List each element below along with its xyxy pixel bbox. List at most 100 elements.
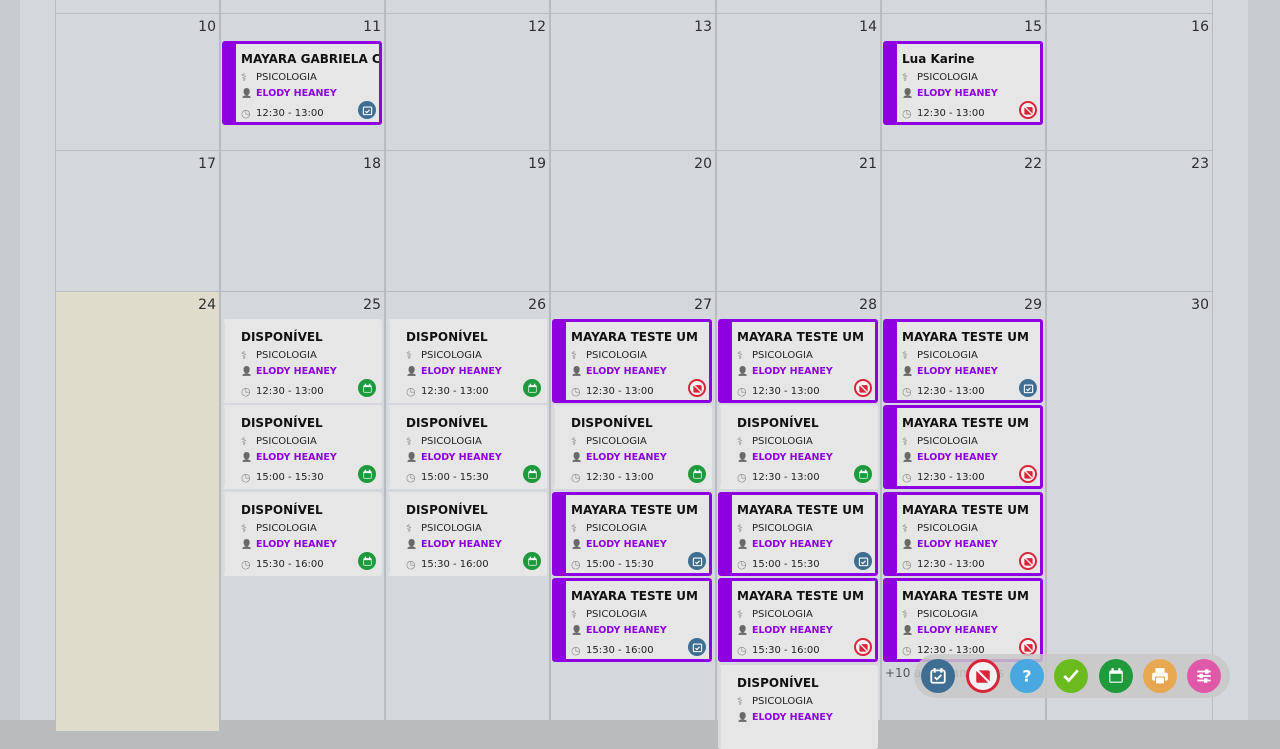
professional-name: ELODY HEANEY [752, 452, 833, 463]
appointment-card[interactable]: MAYARA TESTE UM ⚕ PSICOLOGIA 👤 ELODY HEANEY ◷… [883, 405, 1043, 489]
appointment-card[interactable]: MAYARA TESTE UM ⚕ PSICOLOGIA 👤 ELODY HEANEY ◷… [883, 319, 1043, 403]
doctor-icon: 👤 [241, 539, 253, 550]
calendar-cancel-icon[interactable] [854, 638, 872, 656]
professional-name: ELODY HEANEY [752, 539, 833, 550]
stethoscope-icon: ⚕ [241, 349, 247, 362]
day-cell[interactable]: 19 [385, 151, 550, 292]
day-cell[interactable] [385, 0, 550, 14]
calendar-button[interactable] [1099, 659, 1133, 693]
appointment-card[interactable]: MAYARA TESTE UM ⚕ PSICOLOGIA 👤 ELODY HEANEY ◷… [883, 492, 1043, 576]
appointment-card[interactable]: MAYARA TESTE UM ⚕ PSICOLOGIA 👤 ELODY HEANEY ◷… [552, 492, 712, 576]
day-cell[interactable]: 18 [220, 151, 385, 292]
day-cell[interactable] [550, 0, 716, 14]
appointment-card[interactable]: MAYARA TESTE UM ⚕ PSICOLOGIA 👤 ELODY HEANEY ◷… [883, 578, 1043, 662]
day-cell[interactable]: 21 [716, 151, 881, 292]
calendar-icon[interactable] [523, 379, 541, 397]
appointment-card[interactable]: DISPONÍVEL ⚕ PSICOLOGIA 👤 ELODY HEANEY [718, 665, 878, 749]
day-cell[interactable]: 12 [385, 14, 550, 151]
appointment-card[interactable]: DISPONÍVEL ⚕ PSICOLOGIA 👤 ELODY HEANEY ◷ 12:30… [552, 405, 712, 489]
professional-name: ELODY HEANEY [917, 539, 998, 550]
stethoscope-icon: ⚕ [571, 522, 577, 535]
time-row: ◷ 12:30 - 13:00 [571, 471, 654, 484]
time-row: ◷ 15:30 - 16:00 [737, 644, 820, 657]
help-icon: ? [1018, 667, 1036, 685]
day-cell[interactable]: 14 [716, 14, 881, 151]
appointment-card[interactable]: DISPONÍVEL ⚕ PSICOLOGIA 👤 ELODY HEANEY ◷ 12:30… [718, 405, 878, 489]
calendar-cancel-icon[interactable] [688, 379, 706, 397]
appointment-card[interactable]: DISPONÍVEL ⚕ PSICOLOGIA 👤 ELODY HEANEY ◷ 15:00… [387, 405, 547, 489]
stethoscope-icon: ⚕ [571, 349, 577, 362]
calendar-check-icon[interactable] [1019, 379, 1037, 397]
appointment-card[interactable]: MAYARA TESTE UM ⚕ PSICOLOGIA 👤 ELODY HEANEY ◷… [718, 578, 878, 662]
day-cell[interactable]: 17 [55, 151, 220, 292]
day-cell[interactable]: 13 [550, 14, 716, 151]
doctor-icon: 👤 [902, 88, 914, 99]
calendar-check-icon[interactable] [688, 638, 706, 656]
specialty-label: PSICOLOGIA [917, 609, 978, 620]
day-cell[interactable]: 20 [550, 151, 716, 292]
appointment-card[interactable]: MAYARA TESTE UM ⚕ PSICOLOGIA 👤 ELODY HEANEY ◷… [552, 578, 712, 662]
specialty-row: ⚕ PSICOLOGIA [406, 349, 482, 362]
patient-name: MAYARA TESTE UM [902, 330, 1029, 344]
filter-button[interactable] [1187, 659, 1221, 693]
calendar-cancel-button[interactable] [966, 659, 1000, 693]
day-cell[interactable] [881, 0, 1046, 14]
clock-icon: ◷ [902, 385, 912, 398]
specialty-row: ⚕ PSICOLOGIA [241, 349, 317, 362]
day-cell[interactable]: 24 [55, 292, 220, 732]
specialty-label: PSICOLOGIA [256, 72, 317, 83]
patient-name: MAYARA GABRIELA CAM [241, 52, 381, 66]
calendar-cancel-icon[interactable] [1019, 101, 1037, 119]
calendar-check-icon[interactable] [688, 552, 706, 570]
calendar-icon[interactable] [688, 465, 706, 483]
day-cell[interactable] [55, 0, 220, 14]
professional-row: 👤 ELODY HEANEY [902, 452, 998, 463]
appointment-card[interactable]: DISPONÍVEL ⚕ PSICOLOGIA 👤 ELODY HEANEY ◷ 12:30… [387, 319, 547, 403]
day-cell[interactable]: 10 [55, 14, 220, 151]
day-cell[interactable] [1046, 0, 1213, 14]
day-cell[interactable] [220, 0, 385, 14]
appointment-card[interactable]: MAYARA GABRIELA CAM⚕PSICOLOGIA👤ELODY HEA… [222, 41, 382, 125]
time-range: 12:30 - 13:00 [752, 472, 820, 483]
day-cell[interactable]: 23 [1046, 151, 1213, 292]
professional-row: 👤 ELODY HEANEY [406, 366, 502, 377]
appointment-card[interactable]: DISPONÍVEL ⚕ PSICOLOGIA 👤 ELODY HEANEY ◷ 15:00… [222, 405, 382, 489]
calendar-check-button[interactable] [921, 659, 955, 693]
calendar-check-icon[interactable] [358, 101, 376, 119]
check-button[interactable] [1054, 659, 1088, 693]
professional-name: ELODY HEANEY [917, 625, 998, 636]
appointment-card[interactable]: DISPONÍVEL ⚕ PSICOLOGIA 👤 ELODY HEANEY ◷ 12:30… [222, 319, 382, 403]
appointment-card[interactable]: DISPONÍVEL ⚕ PSICOLOGIA 👤 ELODY HEANEY ◷ 15:30… [387, 492, 547, 576]
stethoscope-icon: ⚕ [902, 349, 908, 362]
calendar-icon[interactable] [358, 465, 376, 483]
appointment-card[interactable]: MAYARA TESTE UM ⚕ PSICOLOGIA 👤 ELODY HEANEY ◷… [552, 319, 712, 403]
professional-name: ELODY HEANEY [256, 366, 337, 377]
specialty-label: PSICOLOGIA [256, 436, 317, 447]
day-cell[interactable]: 22 [881, 151, 1046, 292]
appointment-card[interactable]: MAYARA TESTE UM ⚕ PSICOLOGIA 👤 ELODY HEANEY ◷… [718, 319, 878, 403]
calendar-cancel-icon[interactable] [1019, 465, 1037, 483]
calendar-check-icon[interactable] [854, 552, 872, 570]
calendar-icon[interactable] [523, 552, 541, 570]
patient-name: MAYARA TESTE UM [737, 589, 864, 603]
calendar-icon[interactable] [523, 465, 541, 483]
patient-name: MAYARA TESTE UM [737, 330, 864, 344]
day-cell[interactable]: 16 [1046, 14, 1213, 151]
day-number: 28 [859, 297, 877, 313]
calendar-cancel-icon[interactable] [1019, 552, 1037, 570]
time-row: ◷ 15:00 - 15:30 [241, 471, 324, 484]
doctor-icon: 👤 [902, 625, 914, 636]
day-cell[interactable] [716, 0, 881, 14]
calendar-icon[interactable] [358, 552, 376, 570]
appointment-card[interactable]: DISPONÍVEL ⚕ PSICOLOGIA 👤 ELODY HEANEY ◷ 15:30… [222, 492, 382, 576]
print-button[interactable] [1143, 659, 1177, 693]
appointment-card[interactable]: Lua Karine ⚕ PSICOLOGIA 👤 ELODY HEANEY ◷ 12:30… [883, 41, 1043, 125]
stethoscope-icon: ⚕ [406, 435, 412, 448]
calendar-cancel-icon[interactable] [854, 379, 872, 397]
appointment-card[interactable]: MAYARA TESTE UM ⚕ PSICOLOGIA 👤 ELODY HEANEY ◷… [718, 492, 878, 576]
time-range: 15:30 - 16:00 [752, 645, 820, 656]
calendar-icon[interactable] [358, 379, 376, 397]
time-row: ◷ 12:30 - 13:00 [241, 385, 324, 398]
help-button[interactable]: ? [1010, 659, 1044, 693]
calendar-icon[interactable] [854, 465, 872, 483]
